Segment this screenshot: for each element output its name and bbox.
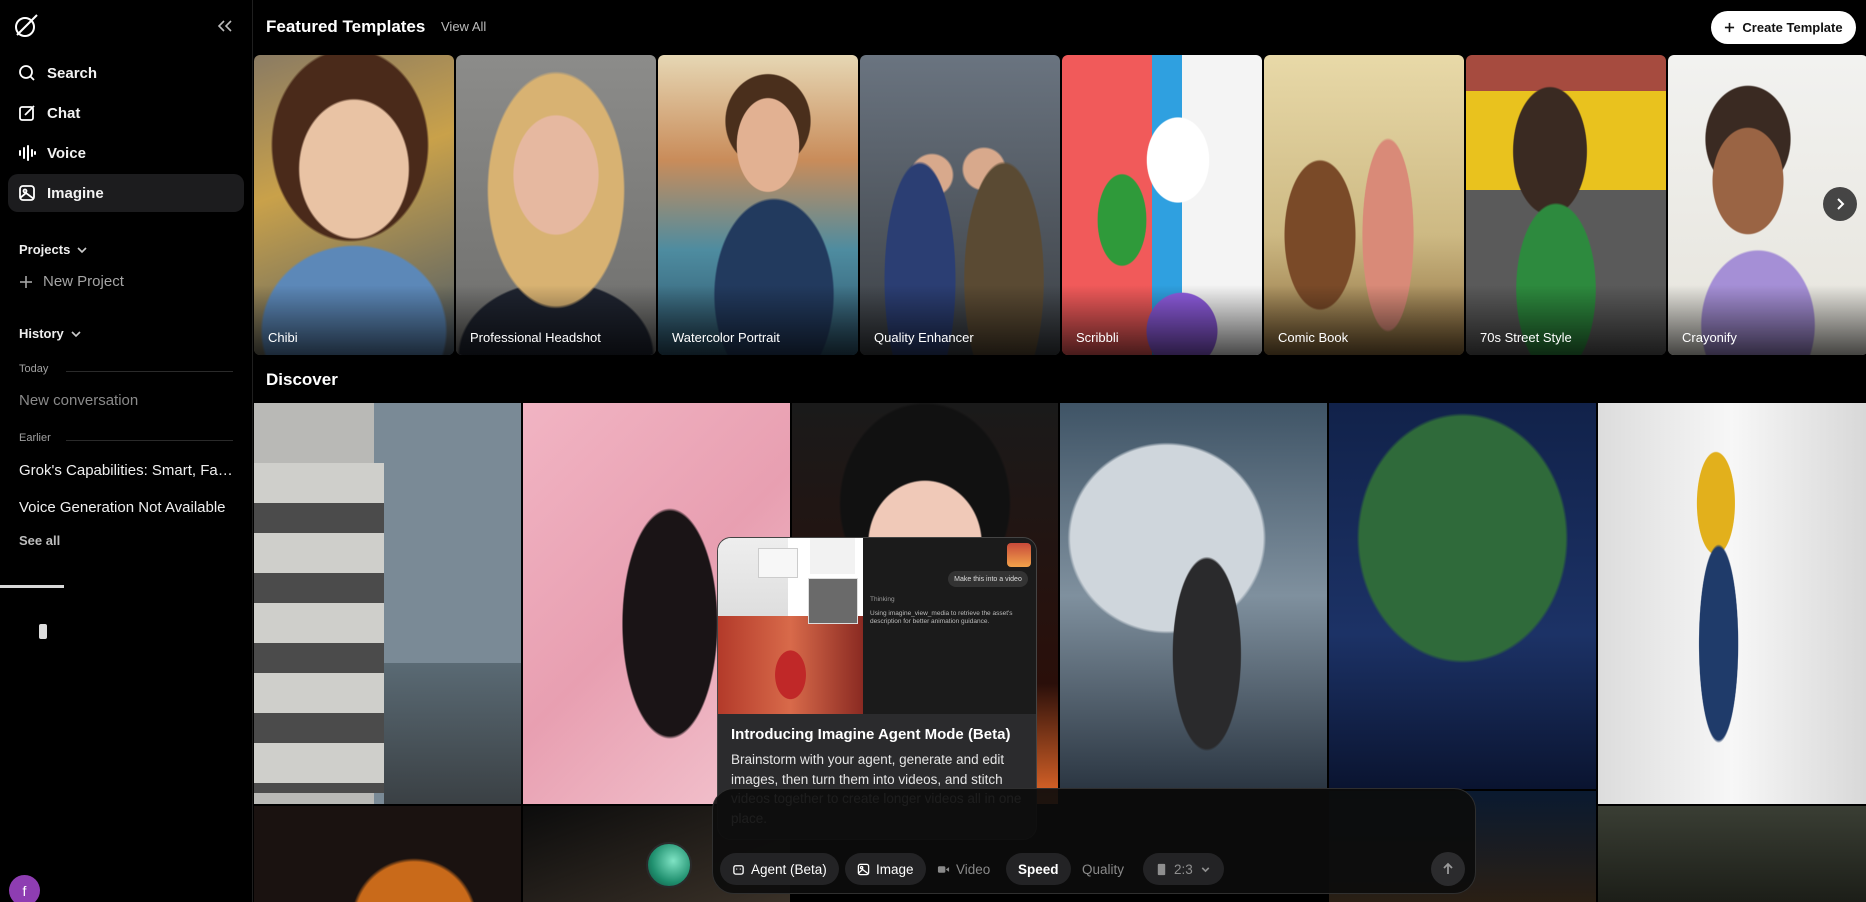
projects-label: Projects (19, 242, 71, 257)
chevron-down-icon (77, 246, 87, 253)
nav-search-label: Search (47, 64, 98, 82)
template-label: Watercolor Portrait (672, 330, 780, 345)
new-project-button[interactable]: New Project (19, 273, 124, 290)
history-header[interactable]: History (19, 326, 82, 341)
video-mode-button[interactable]: Video (925, 853, 1002, 885)
send-button[interactable] (1431, 852, 1465, 886)
chevron-right-icon (1837, 198, 1845, 210)
template-label: Comic Book (1278, 330, 1349, 345)
gallery-image[interactable] (1598, 403, 1866, 804)
template-label: Crayonify (1682, 330, 1737, 345)
sidebar-divider (0, 585, 64, 588)
nav-search[interactable]: Search (8, 54, 244, 92)
preview-text: Using imagine_view_media to retrieve the… (870, 610, 1013, 625)
sea-shape (384, 663, 521, 804)
template-label: 70s Street Style (1480, 330, 1572, 345)
template-card[interactable]: Quality Enhancer (860, 55, 1060, 355)
history-item[interactable]: Grok's Capabilities: Smart, Fast… (19, 462, 233, 479)
chevron-down-icon (1201, 866, 1210, 872)
nav-voice-label: Voice (47, 144, 86, 162)
grok-logo-icon[interactable] (13, 13, 39, 39)
gallery-image[interactable] (1060, 403, 1327, 789)
preview-avatar (1007, 543, 1031, 567)
collapse-sidebar-icon[interactable] (214, 16, 236, 36)
aspect-ratio-select[interactable]: 2:3 (1143, 853, 1224, 885)
sidebar: Search Chat Voice Imagine Projects New P… (0, 0, 253, 902)
projects-header[interactable]: Projects (19, 242, 88, 257)
chevron-down-icon (71, 330, 81, 337)
featured-templates-title: Featured Templates (266, 17, 426, 36)
nav-imagine-label: Imagine (47, 184, 104, 202)
surprise-orb-button[interactable] (646, 842, 692, 888)
image-icon (857, 863, 870, 875)
template-card[interactable]: Chibi (254, 55, 454, 355)
gallery-image[interactable] (1329, 403, 1596, 789)
nav-chat[interactable]: Chat (8, 94, 244, 132)
template-label: Quality Enhancer (874, 330, 974, 345)
template-carousel: Chibi Professional Headshot Watercolor P… (254, 55, 1866, 355)
preview-collage (718, 538, 863, 714)
preview-thinking: Thinking (870, 596, 895, 603)
image-mode-label: Image (876, 861, 914, 877)
history-label: History (19, 326, 64, 341)
plus-icon (20, 275, 32, 288)
template-label: Chibi (268, 330, 298, 345)
main-nav: Search Chat Voice Imagine (8, 54, 244, 214)
popup-title: Introducing Imagine Agent Mode (Beta) (731, 726, 1011, 743)
gallery-image[interactable] (254, 806, 521, 902)
template-card[interactable]: Watercolor Portrait (658, 55, 858, 355)
waveform-icon (19, 145, 36, 161)
phone-icon (39, 624, 47, 639)
edit-icon (19, 105, 35, 121)
preview-message: Make this into a video (948, 571, 1028, 587)
preview-thumb (810, 538, 855, 574)
nav-chat-label: Chat (47, 104, 81, 122)
history-item[interactable]: Voice Generation Not Available (19, 499, 233, 516)
search-icon (19, 65, 35, 81)
speed-label: Speed (1018, 861, 1059, 877)
arrow-up-icon (1443, 862, 1453, 874)
nav-imagine[interactable]: Imagine (8, 174, 244, 212)
popup-preview: Make this into a video Thinking Using im… (718, 538, 1036, 714)
view-all-link[interactable]: View All (441, 19, 486, 34)
discover-title: Discover (266, 370, 338, 389)
divider (66, 371, 233, 372)
quality-option[interactable]: Quality (1070, 853, 1136, 885)
plus-icon (1725, 22, 1735, 33)
aspect-ratio-label: 2:3 (1174, 861, 1193, 877)
history-today-label: Today (19, 363, 49, 375)
template-card[interactable]: Comic Book (1264, 55, 1464, 355)
avatar[interactable]: f (9, 875, 40, 902)
create-template-label: Create Template (1742, 20, 1843, 35)
see-all-link[interactable]: See all (19, 533, 60, 548)
template-card[interactable]: 70s Street Style (1466, 55, 1666, 355)
nav-voice[interactable]: Voice (8, 134, 244, 172)
preview-thumb (758, 548, 798, 578)
history-item[interactable]: New conversation (19, 392, 233, 409)
video-icon (937, 865, 950, 873)
create-template-button[interactable]: Create Template (1711, 11, 1856, 44)
template-label: Scribbli (1076, 330, 1119, 345)
image-icon (19, 185, 35, 201)
agent-beta-button[interactable]: Agent (Beta) (720, 853, 839, 885)
agent-beta-label: Agent (Beta) (751, 861, 827, 877)
template-label: Professional Headshot (470, 330, 601, 345)
new-project-label: New Project (43, 273, 124, 290)
preview-thumb (718, 616, 863, 714)
template-card[interactable]: Scribbli (1062, 55, 1262, 355)
building-shape (254, 463, 384, 793)
aspect-ratio-icon (1157, 863, 1166, 875)
history-earlier-label: Earlier (19, 432, 51, 444)
carousel-next-button[interactable] (1823, 187, 1857, 221)
quality-label: Quality (1082, 861, 1125, 877)
image-mode-button[interactable]: Image (845, 853, 926, 885)
template-card[interactable]: Professional Headshot (456, 55, 656, 355)
preview-thumb (808, 578, 858, 624)
agent-icon (733, 864, 744, 875)
speed-option[interactable]: Speed (1006, 853, 1071, 885)
divider (66, 440, 233, 441)
gallery-image[interactable] (1598, 806, 1866, 902)
gallery-image[interactable] (254, 403, 521, 804)
video-mode-label: Video (956, 861, 991, 877)
